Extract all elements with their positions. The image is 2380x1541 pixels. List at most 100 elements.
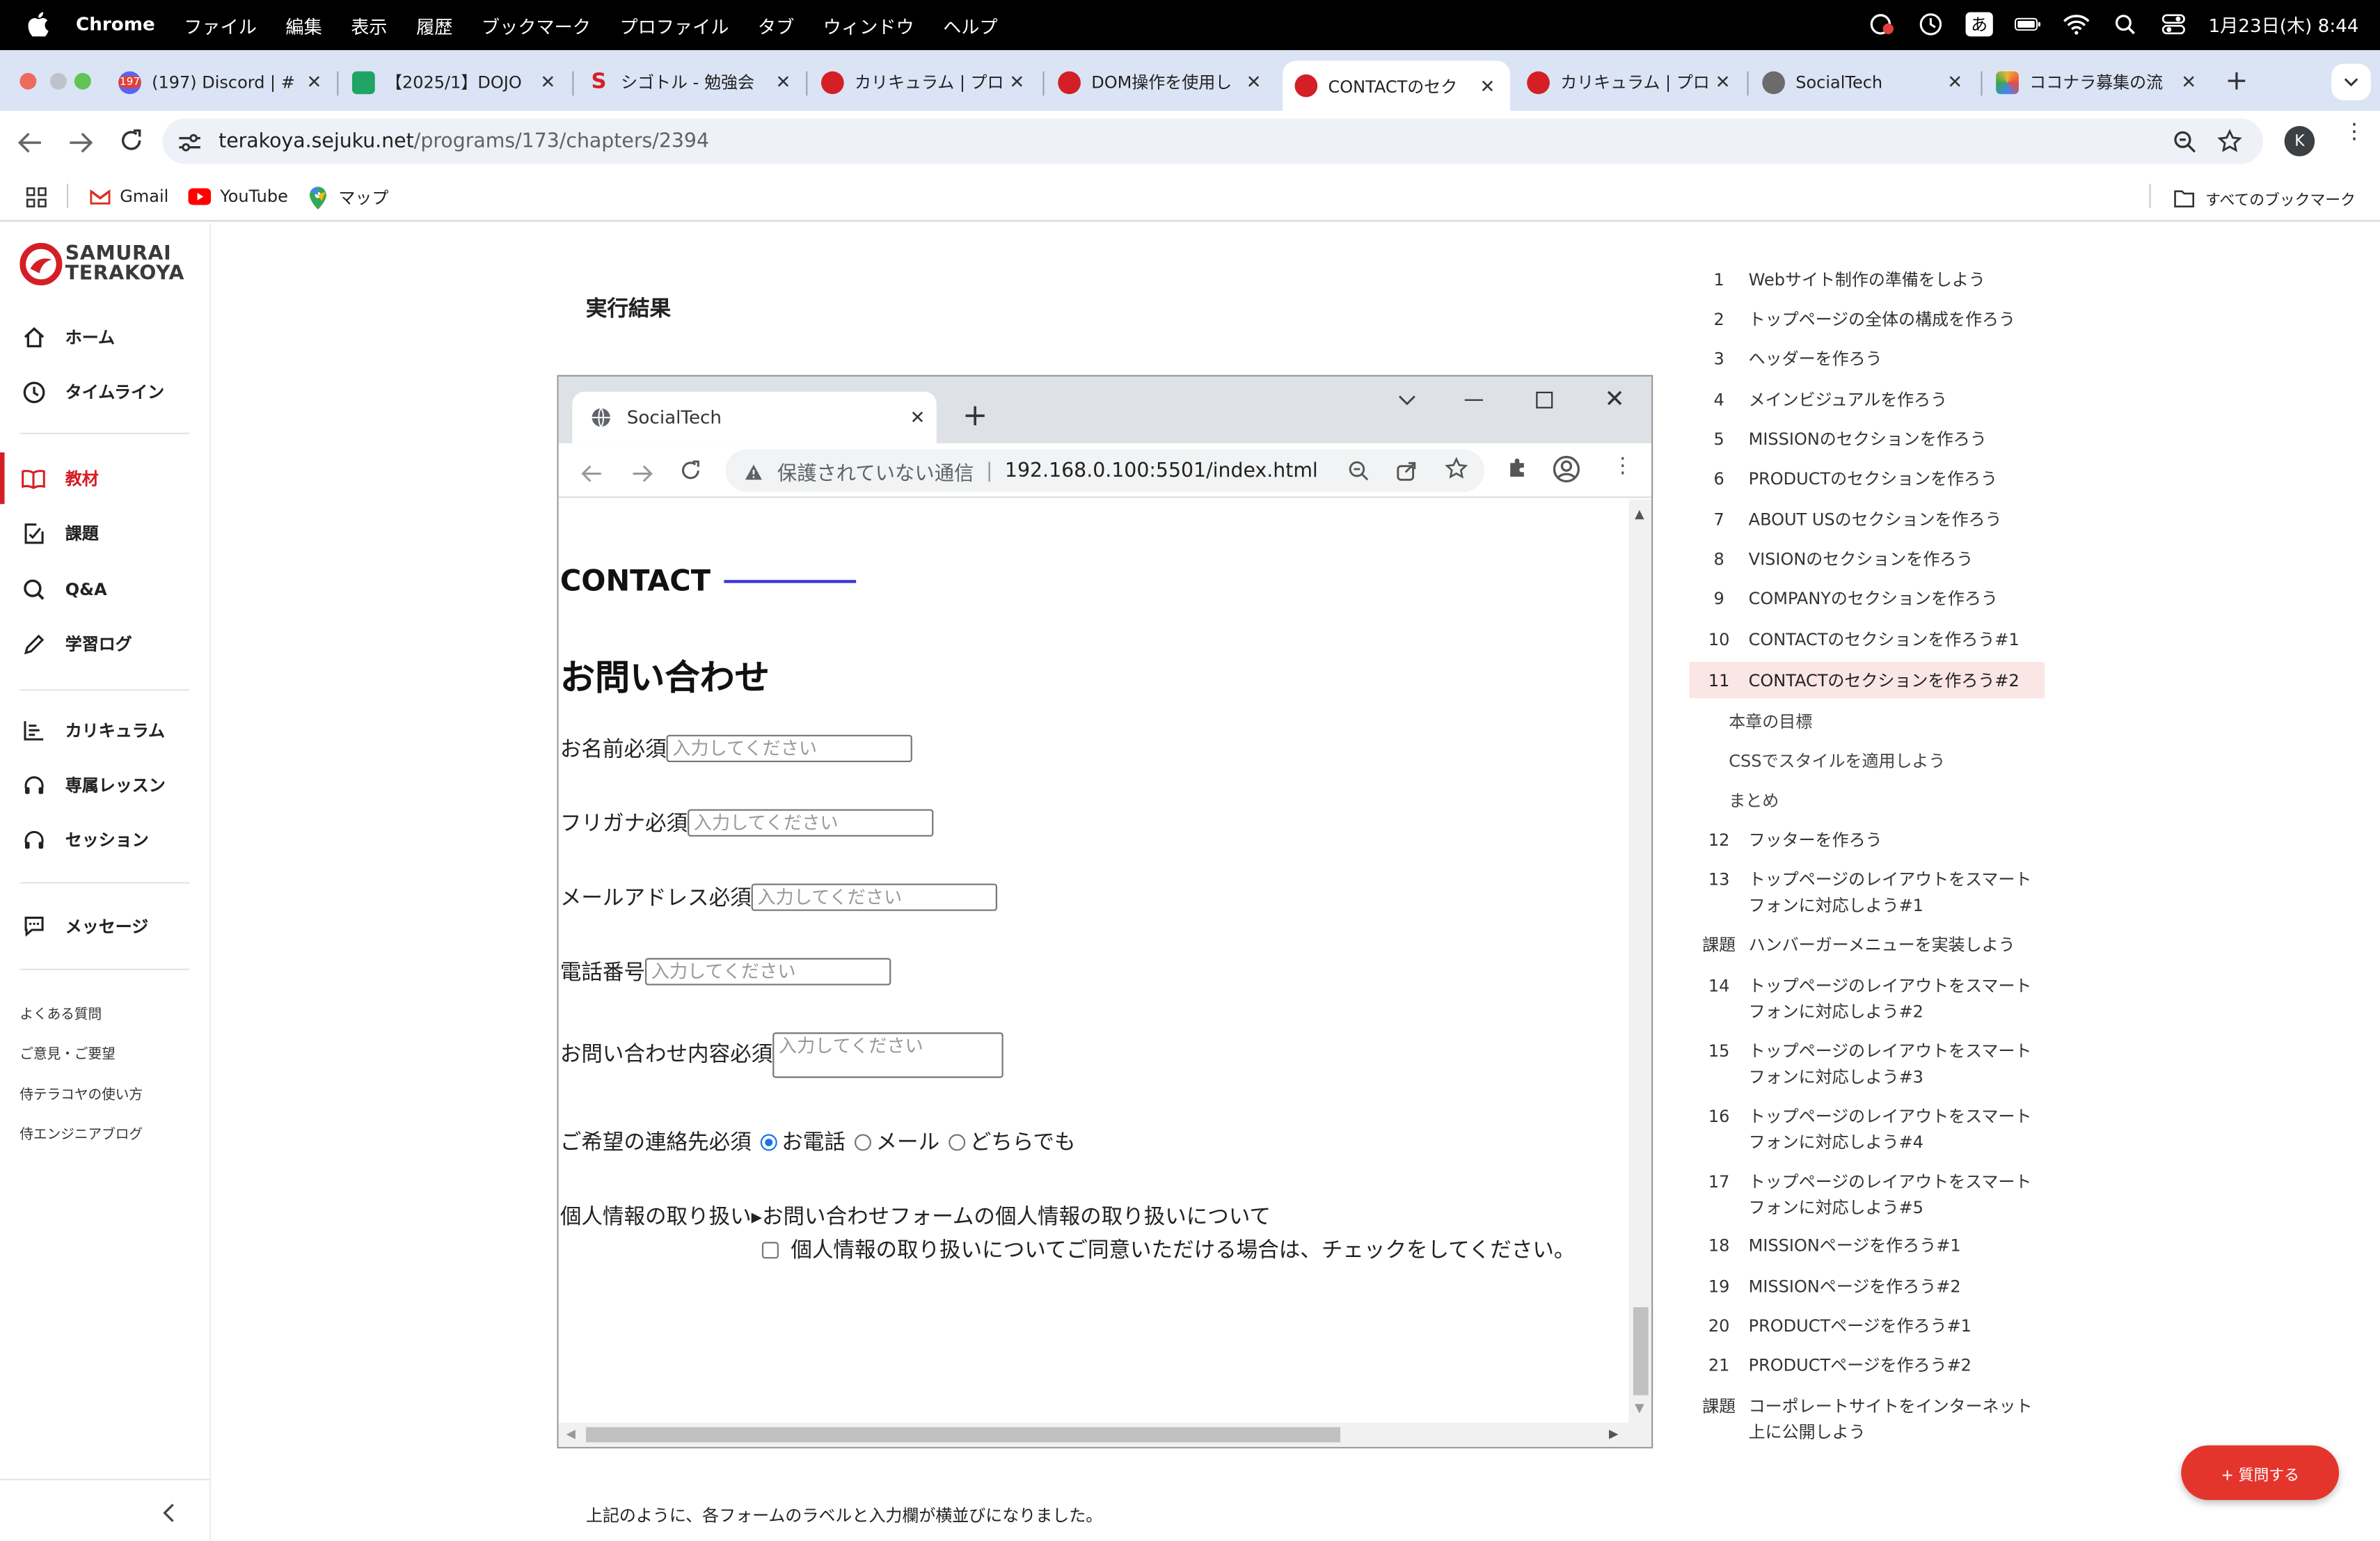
collapse-sidebar-button[interactable] [162,1500,174,1528]
curriculum-item[interactable]: 1 Webサイト制作の準備をしよう [1690,267,2045,293]
menu-item[interactable]: ウィンドウ [823,14,914,40]
curriculum-item[interactable]: 4 メインビジュアルを作ろう [1690,387,2045,413]
close-tab-icon[interactable]: ✕ [1006,72,1028,93]
curriculum-item[interactable]: 課題 コーポレートサイトをインターネット上に公開しよう [1690,1393,2032,1445]
site-info-icon[interactable] [177,131,202,159]
close-tab-icon[interactable]: ✕ [1712,72,1734,93]
forward-button[interactable] [68,131,93,159]
sidebar-item-curriculum[interactable]: カリキュラム [22,718,165,743]
sidebar-item-private-lesson[interactable]: 専属レッスン [22,773,166,797]
bookmark-star-icon[interactable] [2217,129,2242,159]
chapter-subsection[interactable]: 本章の目標 [1729,709,1812,734]
curriculum-item[interactable]: 18 MISSIONページを作ろう#1 [1690,1233,2045,1258]
tab-curriculum[interactable]: カリキュラム | プロ ✕ [809,61,1040,103]
menu-item[interactable]: 表示 [351,14,387,40]
curriculum-item[interactable]: 8 VISIONのセクションを作ろう [1690,546,2045,572]
sidebar-item-learning-log[interactable]: 学習ログ [22,631,132,656]
curriculum-item[interactable]: 7 ABOUT USのセクションを作ろう [1690,507,2045,533]
tab-socialtech[interactable]: SocialTech ✕ [1750,61,1978,103]
reload-button[interactable] [120,129,143,157]
profile-avatar[interactable]: K [2284,126,2315,157]
tab-search-button[interactable] [2331,63,2371,100]
clock-text[interactable]: 1月23日(木) 8:44 [2208,11,2358,37]
sidebar-item-home[interactable]: ホーム [22,325,116,349]
sidebar-item-tasks[interactable]: 課題 [22,521,99,545]
tab-dojo[interactable]: 【2025/1】DOJO ✕ [340,61,571,103]
menu-item[interactable]: 履歴 [416,14,452,40]
curriculum-item[interactable]: 5 MISSIONのセクションを作ろう [1690,427,2045,452]
close-tab-icon[interactable]: ✕ [1243,72,1264,93]
curriculum-item[interactable]: 13 トップページのレイアウトをスマートフォンに対応しよう#1 [1690,867,2033,919]
control-center-icon[interactable] [2160,10,2187,38]
curriculum-item[interactable]: 12 フッターを作ろう [1690,828,2045,853]
curriculum-item[interactable]: 20 PRODUCTページを作ろう#1 [1690,1313,2045,1339]
curriculum-item[interactable]: 6 PRODUCTのセクションを作ろう [1690,466,2045,492]
curriculum-item[interactable]: 17 トップページのレイアウトをスマートフォンに対応しよう#5 [1690,1169,2033,1221]
curriculum-item[interactable]: 3 ヘッダーを作ろう [1690,346,2045,372]
bookmark-maps[interactable]: マップ [309,185,388,210]
apps-grid-icon[interactable] [26,185,47,214]
samurai-terakoya-logo[interactable]: SAMURAI TERAKOYA [19,243,184,286]
tab-shigotoru[interactable]: S シゴトル - 勉強会 ✕ [576,61,807,103]
curriculum-item[interactable]: 9 COMPANYのセクションを作ろう [1690,586,2045,612]
close-tab-icon[interactable]: ✕ [1477,75,1498,97]
more-menu-icon[interactable]: ⋮ [2344,122,2365,143]
back-button[interactable] [17,131,42,159]
chapter-number: 13 [1708,869,1730,890]
close-tab-icon[interactable]: ✕ [537,72,559,93]
sidebar-item-messages[interactable]: メッセージ [22,914,149,938]
close-tab-icon[interactable]: ✕ [772,72,794,93]
tab-coconala[interactable]: ココナラ募集の流 ✕ [1984,61,2212,103]
tab-contact-active[interactable]: CONTACTのセク ✕ [1283,61,1511,111]
wifi-icon[interactable] [2063,10,2090,38]
all-bookmarks[interactable]: すべてのブックマーク [2173,187,2356,210]
bookmark-gmail[interactable]: Gmail [90,187,168,207]
menu-item[interactable]: ブックマーク [482,14,591,40]
link-feedback[interactable]: ご意見・ご要望 [19,1043,115,1063]
close-tab-icon[interactable]: ✕ [1944,72,1966,93]
spotlight-icon[interactable] [2111,10,2139,38]
curriculum-item[interactable]: 16 トップページのレイアウトをスマートフォンに対応しよう#4 [1690,1104,2033,1155]
menu-item[interactable]: ファイル [184,14,257,40]
zoom-window-button[interactable] [74,72,91,90]
bookmark-youtube[interactable]: YouTube [188,187,288,207]
close-tab-icon[interactable]: ✕ [2178,72,2200,93]
battery-icon[interactable] [2014,10,2041,38]
curriculum-item[interactable]: 14 トップページのレイアウトをスマートフォンに対応しよう#2 [1690,973,2033,1025]
tab-discord[interactable]: 197 (197) Discord | # ✕ [106,61,338,103]
screen-share-icon[interactable] [1869,10,1896,38]
menu-item[interactable]: タブ [758,14,794,40]
sidebar-item-materials[interactable]: 教材 [22,466,99,491]
menu-item[interactable]: 編集 [285,14,322,40]
menu-item[interactable]: ヘルプ [943,14,998,40]
time-machine-icon[interactable] [1917,10,1944,38]
sidebar-item-session[interactable]: セッション [22,828,149,852]
sidebar-item-qa[interactable]: Q&A [22,577,107,601]
tab-dom[interactable]: DOM操作を使用し ✕ [1046,61,1277,103]
close-window-button[interactable] [19,72,37,90]
link-faq[interactable]: よくある質問 [19,1004,102,1023]
link-engineer-blog[interactable]: 侍エンジニアブログ [19,1123,143,1144]
new-tab-button[interactable]: + [2226,65,2248,97]
menu-app[interactable]: Chrome [76,14,155,40]
curriculum-item[interactable]: 課題 ハンバーガーメニューを実装しよう [1690,932,2045,958]
curriculum-item-active[interactable]: 11 CONTACTのセクションを作ろう#2 [1689,662,2045,699]
curriculum-item[interactable]: 21 PRODUCTページを作ろう#2 [1690,1353,2045,1379]
url-text[interactable]: terakoya.sejuku.net/programs/173/chapter… [219,131,709,154]
menu-item[interactable]: プロファイル [619,14,729,40]
apple-icon[interactable] [27,12,49,37]
link-how-to-use[interactable]: 侍テラコヤの使い方 [19,1084,143,1104]
tab-curriculum-2[interactable]: カリキュラム | プロ ✕ [1515,61,1746,103]
curriculum-item[interactable]: 15 トップページのレイアウトをスマートフォンに対応しよう#3 [1690,1038,2033,1090]
curriculum-item[interactable]: 19 MISSIONページを作ろう#2 [1690,1274,2045,1299]
chapter-subsection[interactable]: CSSでスタイルを適用しよう [1729,748,1945,773]
curriculum-item[interactable]: 2 トップページの全体の構成を作ろう [1690,307,2045,333]
close-tab-icon[interactable]: ✕ [303,72,325,93]
zoom-icon[interactable] [2173,131,2196,159]
curriculum-item[interactable]: 10 CONTACTのセクションを作ろう#1 [1690,627,2045,653]
sidebar-item-timeline[interactable]: タイムライン [22,379,165,404]
ask-question-button[interactable]: + 質問する [2181,1445,2340,1501]
input-method-icon[interactable]: あ [1965,12,1993,37]
minimize-window-button[interactable] [49,72,67,90]
chapter-subsection[interactable]: まとめ [1729,788,1779,812]
